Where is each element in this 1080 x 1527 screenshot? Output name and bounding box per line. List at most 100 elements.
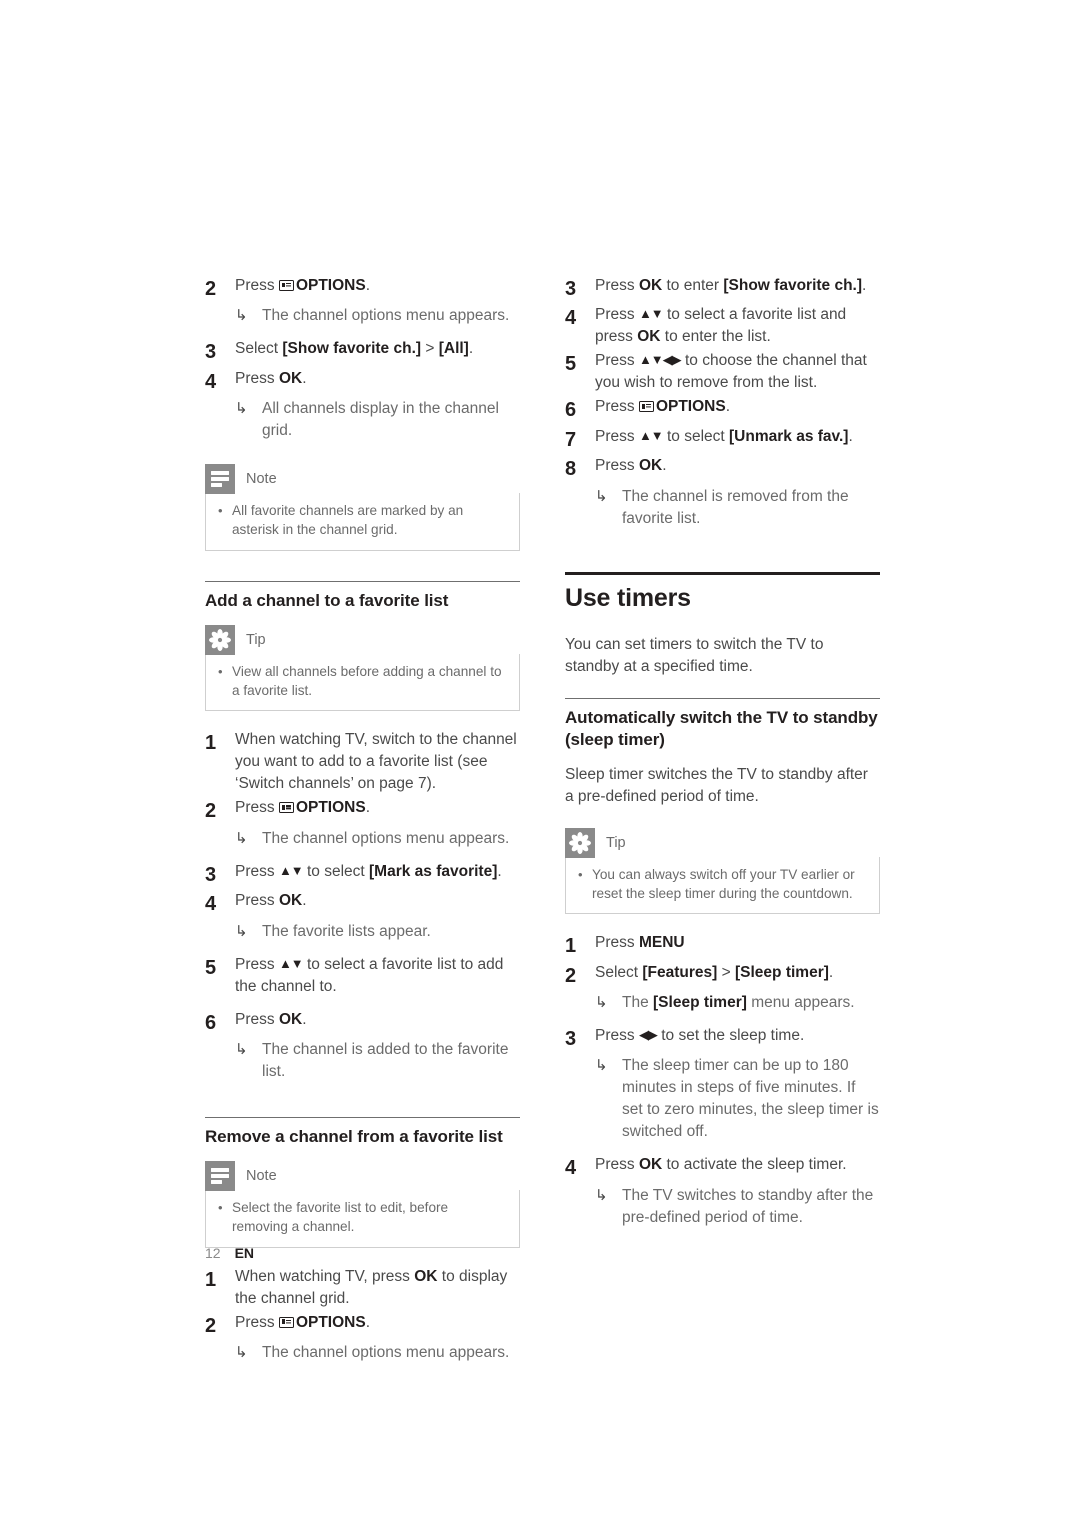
step-number: 2 [565, 964, 577, 987]
left-column: 2 Press OPTIONS. ↳ The channel options m… [205, 275, 520, 1366]
right-continued-steps: 3 Press OK to enter [Show favorite ch.].… [565, 275, 880, 530]
step-number: 5 [205, 956, 217, 979]
step-number: 2 [205, 1314, 217, 1337]
result-arrow-icon: ↳ [235, 307, 248, 325]
keyword-ok: OK [638, 277, 663, 294]
result-text: The sleep timer can be up to 180 minutes… [622, 1057, 879, 1141]
manual-page: 2 Press OPTIONS. ↳ The channel options m… [0, 0, 1080, 1527]
step-text-lead: Press [235, 277, 279, 294]
bullet-dot-icon: • [218, 663, 223, 679]
step-text-mid: > [717, 963, 735, 981]
result-arrow-icon: ↳ [595, 487, 608, 505]
step-result-row: ↳ The channel is removed from the favori… [565, 485, 880, 530]
step-item: 6 Press OPTIONS. [565, 396, 880, 423]
step-result-row: ↳ The channel options menu appears. [205, 304, 520, 327]
step-number: 4 [565, 307, 577, 330]
bullet-dot-icon: • [218, 1200, 223, 1216]
note-icon-bars [211, 471, 229, 487]
keyword-ok: OK [278, 892, 303, 910]
tip-callout-body: • View all channels before adding a chan… [205, 653, 520, 712]
step-text: Press ◀▶ to set the sleep time. [595, 1025, 880, 1047]
step-number: 1 [205, 1268, 217, 1291]
step-number-spacer [565, 1184, 595, 1185]
result-line: ↳ The sleep timer can be up to 180 minut… [595, 1055, 880, 1143]
section-rule [205, 1116, 520, 1118]
step-result-row: ↳ The favorite lists appear. [205, 920, 520, 943]
nav-keys-icon: ◀▶ [638, 1027, 658, 1043]
nav-keys-icon: ▲▼◀▶ [638, 352, 682, 368]
step-number: 2 [205, 800, 217, 823]
note-callout-header: Note [205, 464, 520, 495]
result-keyword: [Sleep timer] [653, 994, 747, 1012]
step-text-tail: . [302, 1010, 307, 1028]
step-text: Press ▲▼ to select [Unmark as fav.]. [595, 426, 880, 448]
tip-callout-header: Tip [565, 827, 880, 858]
result-arrow-icon: ↳ [235, 922, 248, 940]
step-text: Press OK. [595, 455, 880, 477]
result-text: The channel is removed from the favorite… [622, 487, 849, 527]
step-number: 1 [565, 935, 577, 958]
section-heading-sleep-timer: Automatically switch the TV to standby (… [565, 708, 878, 749]
step-text: Press OK. [235, 368, 520, 390]
bullet-text: You can always switch off your TV earlie… [592, 866, 855, 901]
bullet-item: • You can always switch off your TV earl… [578, 866, 867, 904]
result-text: The [Sleep timer] menu appears. [622, 992, 880, 1014]
step-text-tail: . [365, 1313, 371, 1331]
step-item: 8 Press OK. [565, 455, 880, 482]
step-text: Press OK. [235, 890, 520, 912]
step-item: 1 When watching TV, switch to the channe… [205, 729, 520, 795]
keyword-ok: OK [638, 1156, 663, 1174]
section-rule [205, 580, 520, 582]
step-number: 1 [205, 732, 217, 755]
step-number: 3 [565, 278, 577, 300]
step-text-tail: . [662, 457, 667, 475]
section-heading-add: Add a channel to a favorite list [205, 590, 449, 610]
step-text: Press OK to enter [Show favorite ch.]. [595, 275, 880, 297]
step-item: 4 Press OK to activate the sleep timer. [565, 1154, 880, 1181]
step-number-spacer [205, 1341, 235, 1342]
step-text: Press OPTIONS. [595, 396, 880, 418]
result-line: ↳ The channel options menu appears. [235, 1342, 520, 1364]
note-callout-body: • All favorite channels are marked by an… [205, 493, 520, 551]
step-item: 2 Press OPTIONS. [205, 1312, 520, 1339]
step-text-lead: Press [235, 862, 279, 880]
note-callout: Note • All favorite channels are marked … [205, 464, 520, 551]
step-item: 3 Press ▲▼ to select [Mark as favorite]. [205, 861, 520, 888]
bullet-text: View all channels before adding a channe… [232, 663, 502, 698]
tip-icon-asterisk [569, 831, 591, 854]
keyword-menu-item: [Mark as favorite] [369, 862, 498, 880]
step-text-lead: Press [235, 1010, 279, 1028]
tip-callout: Tip • View all channels before adding a … [205, 624, 520, 712]
step-text-lead: Press [235, 369, 279, 387]
keyword-options: OPTIONS [295, 799, 366, 817]
keyword-ok: OK [638, 457, 663, 475]
step-number-spacer [205, 827, 235, 828]
step-text: Press OPTIONS. [235, 275, 520, 297]
result-arrow-icon: ↳ [595, 994, 608, 1012]
result-text: The channel options menu appears. [262, 829, 510, 847]
remove-channel-steps: 1 When watching TV, press OK to display … [205, 1266, 520, 1364]
step-number: 8 [565, 458, 577, 481]
step-text-tail: . [365, 799, 371, 817]
step-text-tail: . [725, 398, 731, 416]
step-number: 6 [565, 399, 577, 422]
tip-icon-asterisk [209, 628, 231, 651]
step-text-tail: . [365, 277, 371, 294]
step-text-tail: . [468, 340, 474, 358]
result-line: ↳ The TV switches to standby after the p… [595, 1185, 880, 1229]
step-text: Press OPTIONS. [235, 797, 520, 819]
options-remote-icon [278, 280, 294, 291]
step-text: Press ▲▼ to select a favorite list to ad… [235, 954, 520, 998]
step-item: 3 Press OK to enter [Show favorite ch.]. [565, 275, 880, 302]
step-text-tail: . [862, 277, 867, 294]
step-result-row: ↳ The [Sleep timer] menu appears. [565, 991, 880, 1014]
result-text: The channel is added to the favorite lis… [262, 1040, 509, 1080]
step-number: 2 [205, 278, 217, 300]
result-arrow-icon: ↳ [235, 1040, 248, 1058]
step-number: 4 [565, 1157, 577, 1180]
